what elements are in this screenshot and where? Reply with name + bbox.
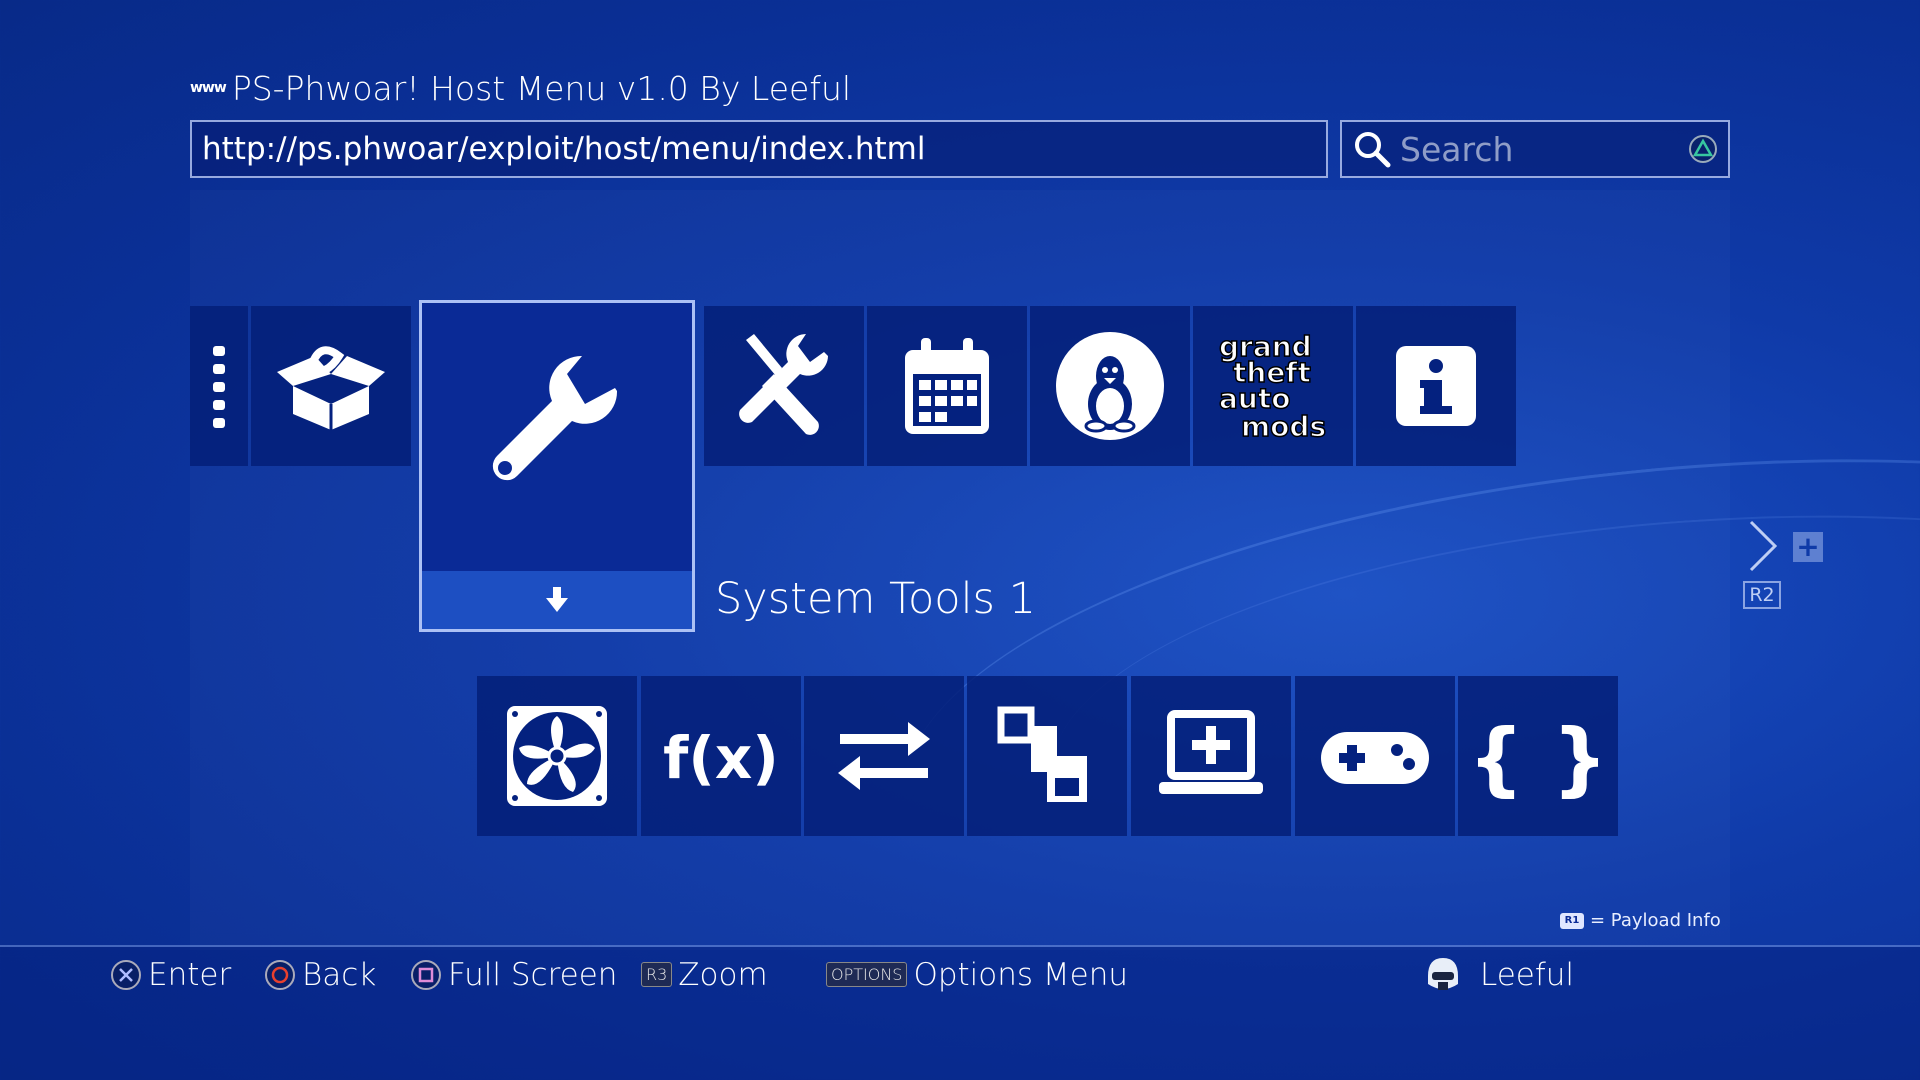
plus-icon[interactable]: +	[1793, 532, 1823, 562]
page-title: PS-Phwoar! Host Menu v1.0 By Leeful	[231, 68, 852, 108]
enter-label: Enter	[148, 956, 232, 993]
r1-badge: R1	[1560, 912, 1584, 929]
avatar	[1428, 957, 1458, 990]
r3-badge: R3	[641, 962, 673, 987]
function-icon: f(x)	[663, 724, 779, 792]
gamepad-tile[interactable]	[1295, 676, 1455, 836]
fullscreen-label: Full Screen	[448, 956, 618, 993]
more-dots-icon[interactable]	[190, 306, 248, 466]
swap-arrows-icon	[838, 722, 930, 790]
package-tile[interactable]	[251, 306, 411, 466]
search-icon	[1355, 132, 1391, 168]
enter-hint[interactable]: Enter	[110, 952, 231, 997]
info-tile[interactable]	[1356, 306, 1516, 466]
info-icon	[1396, 346, 1476, 426]
url-input[interactable]: http://ps.phwoar/exploit/host/menu/index…	[190, 120, 1328, 178]
back-hint[interactable]: Back	[264, 952, 376, 997]
function-tile[interactable]: f(x)	[641, 676, 801, 836]
squares-icon	[997, 706, 1087, 802]
triangle-icon[interactable]	[1688, 134, 1718, 164]
options-badge: OPTIONS	[826, 962, 908, 987]
svg-text:{ }: { }	[1478, 712, 1598, 805]
options-label: Options Menu	[913, 956, 1129, 993]
open-box-icon	[277, 346, 385, 430]
back-label: Back	[302, 956, 377, 993]
fan-tile[interactable]	[477, 676, 637, 836]
braces-icon: { }	[1478, 712, 1598, 805]
options-hint[interactable]: OPTIONS Options Menu	[826, 952, 1128, 997]
page-title-row: www PS-Phwoar! Host Menu v1.0 By Leeful	[190, 68, 851, 108]
selected-tile-bar[interactable]	[422, 571, 692, 629]
user-profile[interactable]: Leeful	[1422, 952, 1574, 997]
down-arrow-icon	[546, 587, 568, 612]
zoom-label: Zoom	[678, 956, 768, 993]
svg-text:mods: mods	[1241, 410, 1326, 443]
chevron-right-icon[interactable]	[1745, 518, 1781, 574]
user-name: Leeful	[1480, 956, 1575, 993]
search-input[interactable]: Search	[1340, 120, 1730, 178]
wrench-icon	[492, 355, 618, 480]
laptop-plus-icon	[1159, 710, 1263, 794]
fan-icon	[507, 706, 607, 806]
footer-divider	[0, 945, 1920, 947]
gta-mods-logo: grand theft auto mods	[1218, 329, 1327, 444]
selected-item-label: System Tools 1	[715, 574, 1036, 624]
circle-button-icon	[265, 959, 295, 990]
cross-button-icon	[111, 959, 141, 990]
linux-tile[interactable]	[1030, 306, 1190, 466]
r2-badge: R2	[1743, 581, 1781, 609]
laptop-tile[interactable]	[1131, 676, 1291, 836]
gta-mods-tile[interactable]: grand theft auto mods	[1193, 306, 1353, 466]
linux-tux-icon	[1056, 332, 1164, 440]
gamepad-icon	[1321, 732, 1429, 784]
code-tile[interactable]: { }	[1458, 676, 1618, 836]
payload-info-label: = Payload Info	[1590, 910, 1721, 931]
calendar-tile[interactable]	[867, 306, 1027, 466]
tools-tile[interactable]	[704, 306, 864, 466]
selected-tile-system-tools[interactable]	[419, 300, 695, 632]
calendar-icon	[905, 338, 989, 434]
fullscreen-hint[interactable]: Full Screen	[410, 952, 617, 997]
square-button-icon	[411, 959, 441, 990]
copy-tile[interactable]	[967, 676, 1127, 836]
transfer-tile[interactable]	[804, 676, 964, 836]
payload-info-hint: R1 = Payload Info	[1560, 910, 1721, 931]
tools-cross-icon	[739, 334, 828, 435]
zoom-hint[interactable]: R3 Zoom	[641, 952, 768, 997]
svg-text:f(x): f(x)	[663, 724, 779, 792]
search-placeholder: Search	[1400, 129, 1514, 169]
www-icon: www	[190, 80, 227, 96]
